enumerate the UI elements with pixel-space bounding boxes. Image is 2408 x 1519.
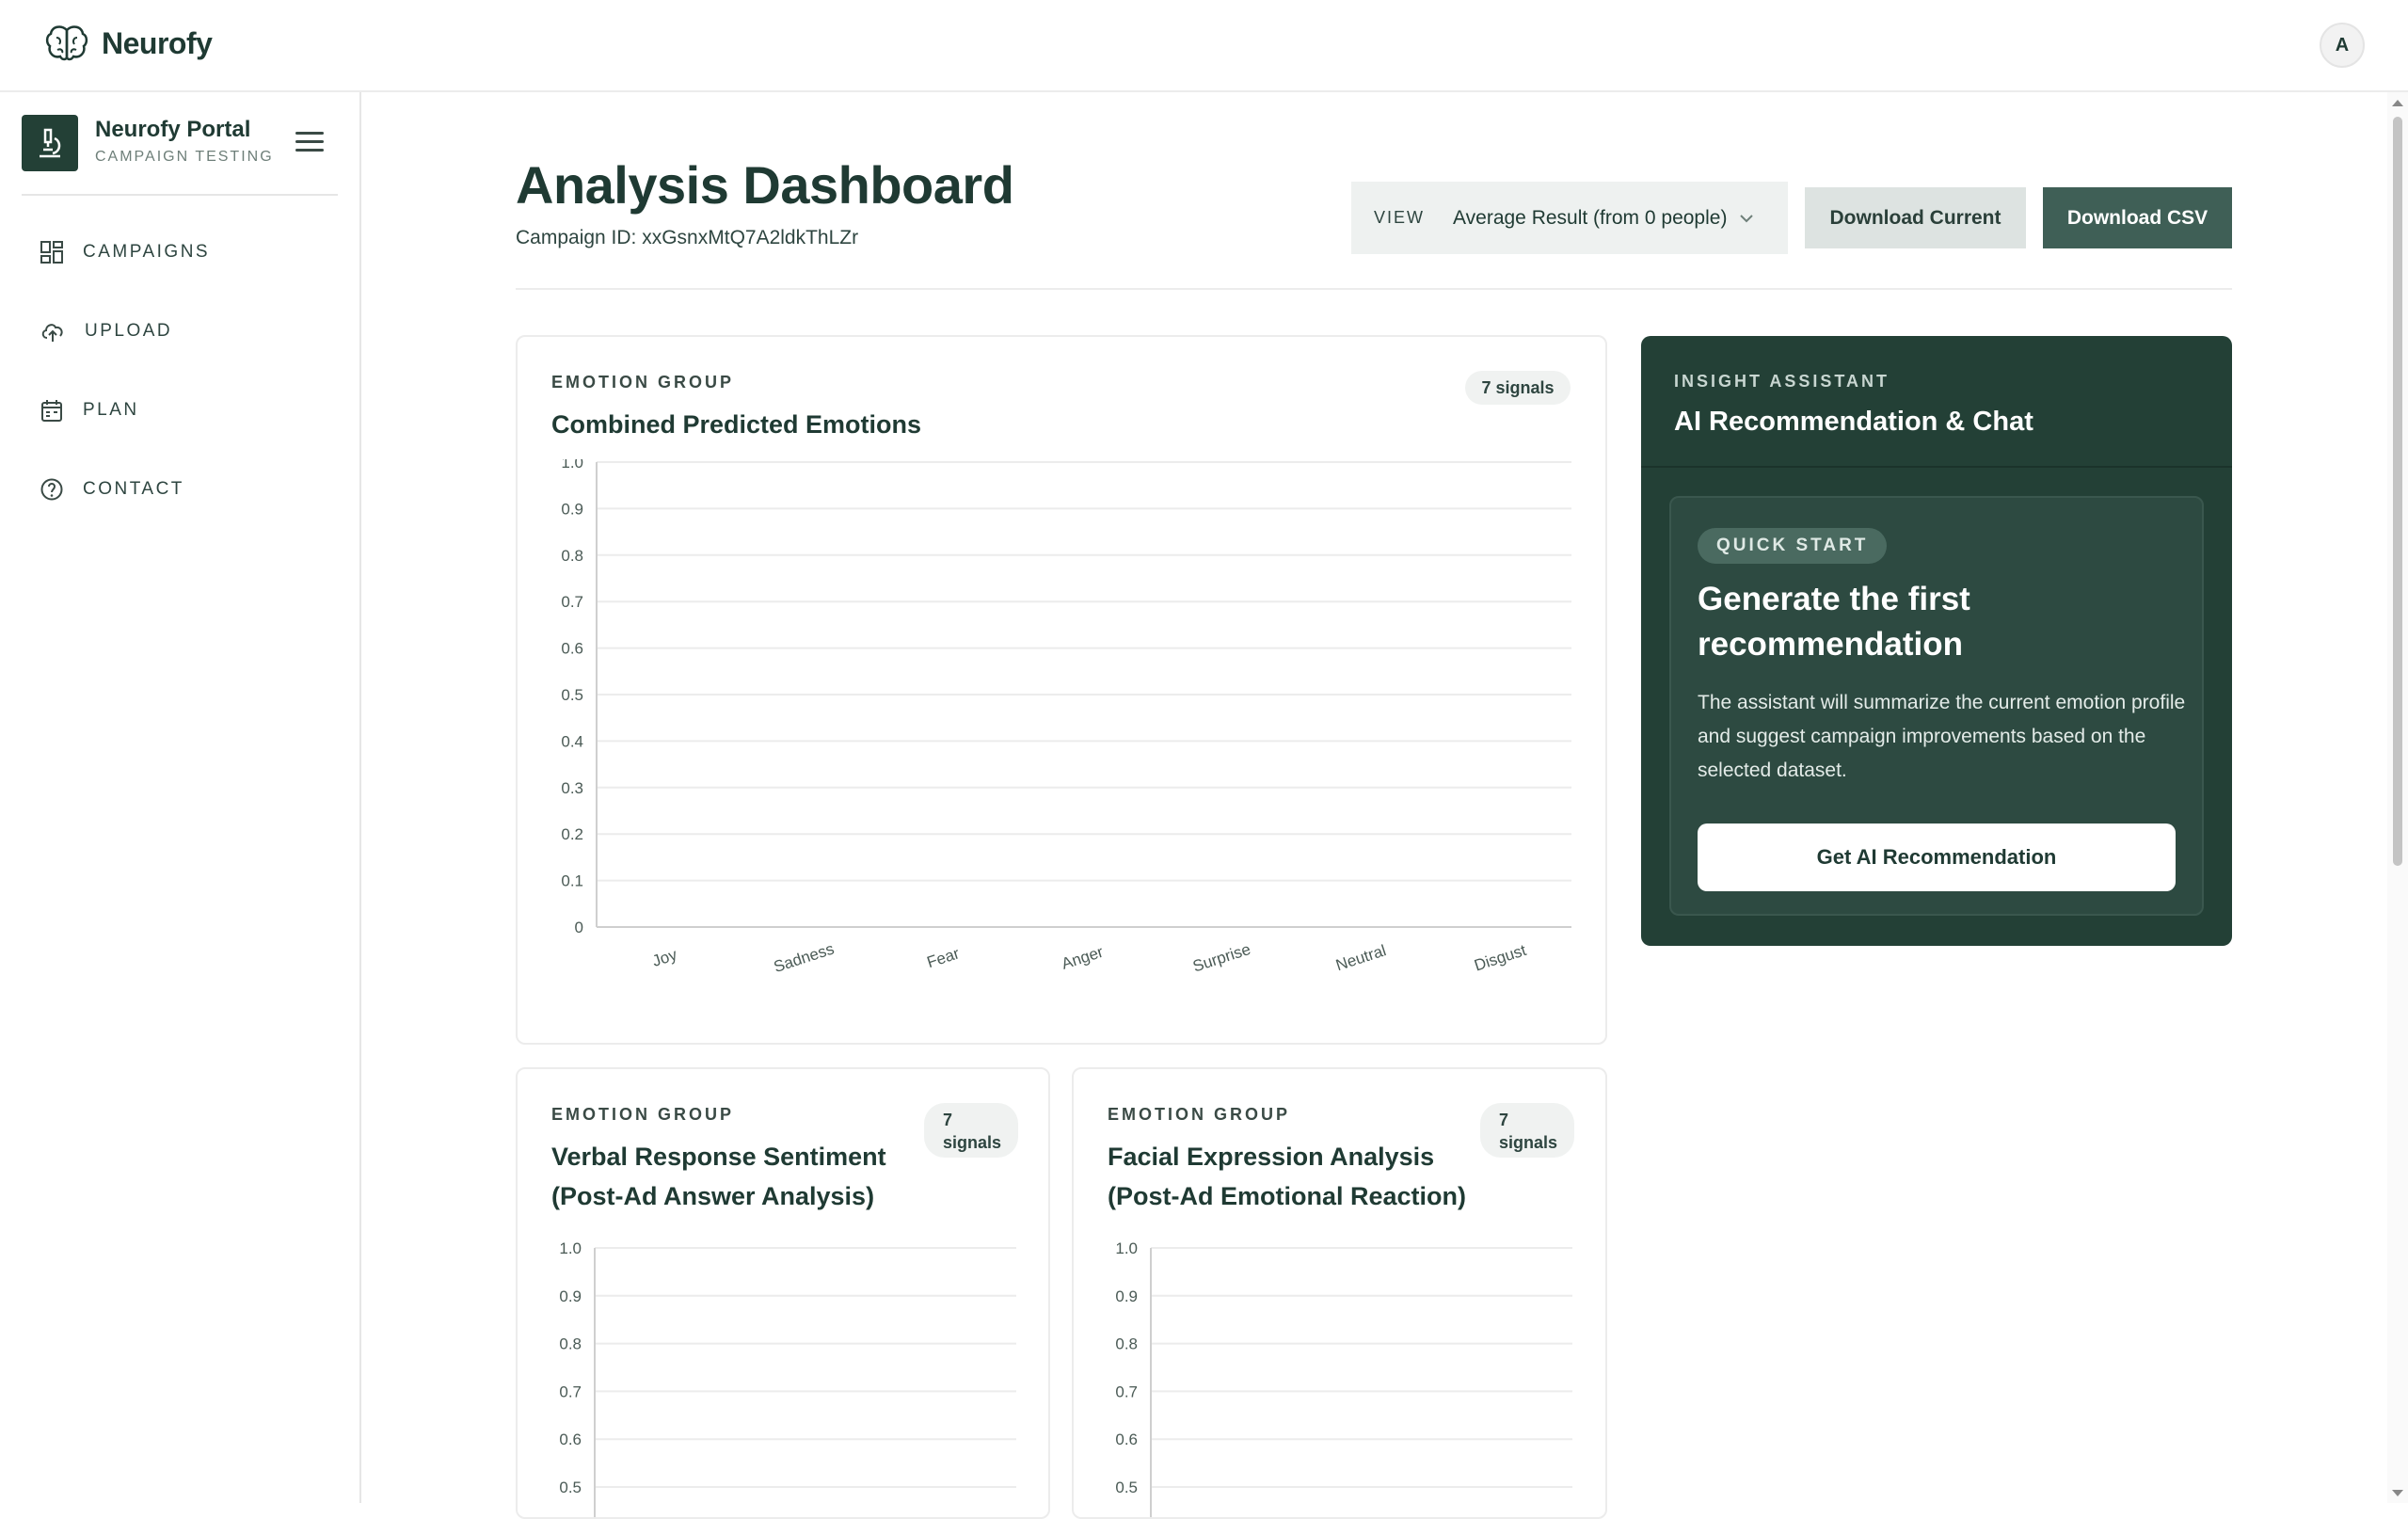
quick-start-box: QUICK START Generate the first recommend… (1669, 496, 2204, 916)
sidebar-item-label: CONTACT (83, 479, 184, 499)
get-ai-recommendation-button[interactable]: Get AI Recommendation (1698, 823, 2176, 891)
chart-card-facial: EMOTION GROUP Facial Expression Analysis… (1072, 1067, 1607, 1519)
divider (1641, 466, 2232, 468)
x-tick-label: Disgust (1472, 941, 1528, 975)
avatar[interactable]: A (2320, 23, 2365, 68)
portal-header: Neurofy Portal CAMPAIGN TESTING (22, 115, 338, 196)
card-eyebrow: EMOTION GROUP (551, 1105, 735, 1124)
scroll-up-icon[interactable] (2391, 98, 2404, 107)
panel-eyebrow: INSIGHT ASSISTANT (1674, 372, 1890, 391)
card-title: Combined Predicted Emotions (551, 410, 922, 439)
divider (516, 288, 2232, 290)
insight-assistant-panel: INSIGHT ASSISTANT AI Recommendation & Ch… (1641, 336, 2232, 946)
sidebar-item-label: PLAN (83, 400, 139, 420)
sidebar: Neurofy Portal CAMPAIGN TESTING CAMPAIGN… (0, 92, 361, 1503)
y-tick-label: 1.0 (559, 1239, 582, 1257)
top-bar: Neurofy A (0, 0, 2408, 92)
y-tick-label: 0.5 (561, 686, 583, 704)
app-name: Neurofy (102, 25, 213, 60)
quick-start-badge: QUICK START (1698, 528, 1888, 564)
sidebar-item-campaigns[interactable]: CAMPAIGNS (40, 233, 210, 271)
y-tick-label: 0.9 (559, 1287, 582, 1305)
scroll-down-icon[interactable] (2391, 1489, 2404, 1498)
bar-chart: 0.5 0.6 0.7 0.8 0.9 1.0 (559, 1239, 1016, 1517)
y-tick-label: 0.5 (1115, 1479, 1138, 1496)
x-tick-label: Neutral (1333, 941, 1388, 974)
brain-icon (45, 25, 88, 61)
card-title-line: Facial Expression Analysis (1108, 1143, 1435, 1171)
menu-icon[interactable] (295, 132, 324, 154)
signals-label: signals (943, 1133, 1002, 1152)
bar-chart: 0.5 0.6 0.7 0.8 0.9 1.0 (1115, 1239, 1572, 1517)
scroll-thumb[interactable] (2393, 117, 2402, 866)
cloud-upload-icon (41, 324, 63, 342)
y-tick-label: 0.2 (561, 825, 583, 843)
sidebar-item-contact[interactable]: CONTACT (40, 471, 184, 508)
card-eyebrow: EMOTION GROUP (551, 373, 735, 392)
chart-card-combined: EMOTION GROUP Combined Predicted Emotion… (516, 335, 1607, 1045)
sidebar-item-label: UPLOAD (85, 321, 173, 341)
y-tick-label: 0.1 (561, 872, 583, 890)
x-tick-label: Sadness (772, 940, 837, 977)
grid-icon (40, 241, 63, 264)
logo[interactable]: Neurofy (45, 24, 213, 62)
scrollbar[interactable] (2387, 92, 2408, 1503)
card-eyebrow: EMOTION GROUP (1108, 1105, 1291, 1124)
x-tick-label: Joy (650, 945, 680, 969)
x-tick-label: Surprise (1190, 940, 1252, 976)
y-tick-label: 0.9 (1115, 1287, 1138, 1305)
view-value: Average Result (from 0 people) (1453, 206, 1728, 229)
view-selector[interactable]: VIEW Average Result (from 0 people) (1351, 182, 1788, 254)
signals-count: 7 (1499, 1111, 1509, 1129)
quick-start-body: The assistant will summarize the current… (1698, 692, 2186, 781)
y-tick-label: 0 (575, 919, 583, 936)
signals-count: 7 (943, 1111, 953, 1129)
y-tick-label: 0.8 (1115, 1335, 1138, 1353)
y-tick-label: 0.3 (561, 779, 583, 797)
signals-badge: 7 signals (1480, 1103, 1574, 1158)
download-current-button[interactable]: Download Current (1805, 187, 2026, 248)
y-tick-label: 0.9 (561, 500, 583, 518)
view-label: VIEW (1374, 208, 1426, 227)
y-tick-label: 0.8 (561, 547, 583, 565)
chevron-down-icon (1740, 214, 1754, 222)
y-tick-label: 0.4 (561, 732, 583, 750)
y-tick-label: 0.7 (1115, 1383, 1138, 1400)
y-tick-label: 0.7 (559, 1383, 582, 1400)
portal-subtitle: CAMPAIGN TESTING (95, 149, 274, 165)
y-tick-label: 0.6 (561, 640, 583, 658)
x-tick-label: Fear (925, 944, 962, 971)
y-tick-label: 0.6 (1115, 1431, 1138, 1448)
microscope-icon (22, 115, 78, 171)
card-title-line: Verbal Response Sentiment (551, 1143, 886, 1171)
signals-label: signals (1499, 1133, 1558, 1152)
y-tick-label: 1.0 (561, 459, 583, 472)
y-tick-label: 1.0 (1115, 1239, 1138, 1257)
campaign-id: Campaign ID: xxGsnxMtQ7A2ldkThLZr (516, 227, 859, 248)
signals-badge: 7 signals (1465, 371, 1571, 405)
portal-name: Neurofy Portal (95, 117, 251, 142)
y-tick-label: 0.6 (559, 1431, 582, 1448)
page-title: Analysis Dashboard (516, 155, 1014, 215)
y-tick-label: 0.7 (561, 593, 583, 611)
help-circle-icon (40, 478, 63, 501)
calendar-icon (41, 400, 62, 422)
quick-start-headline: Generate the first recommendation (1698, 581, 1970, 663)
sidebar-item-upload[interactable]: UPLOAD (40, 312, 172, 350)
download-csv-button[interactable]: Download CSV (2043, 187, 2232, 248)
x-tick-label: Anger (1060, 943, 1106, 973)
y-tick-label: 0.5 (559, 1479, 582, 1496)
bar-chart: 0 0.1 0.2 0.3 0.4 0.5 0.6 0.7 0.8 0.9 1.0 Joy Sadnes… (561, 459, 1571, 977)
panel-title: AI Recommendation & Chat (1674, 407, 2033, 437)
sidebar-item-plan[interactable]: PLAN (40, 392, 139, 429)
y-tick-label: 0.8 (559, 1335, 582, 1353)
sidebar-item-label: CAMPAIGNS (83, 242, 211, 262)
chart-card-verbal: EMOTION GROUP Verbal Response Sentiment … (516, 1067, 1050, 1519)
signals-badge: 7 signals (924, 1103, 1018, 1158)
